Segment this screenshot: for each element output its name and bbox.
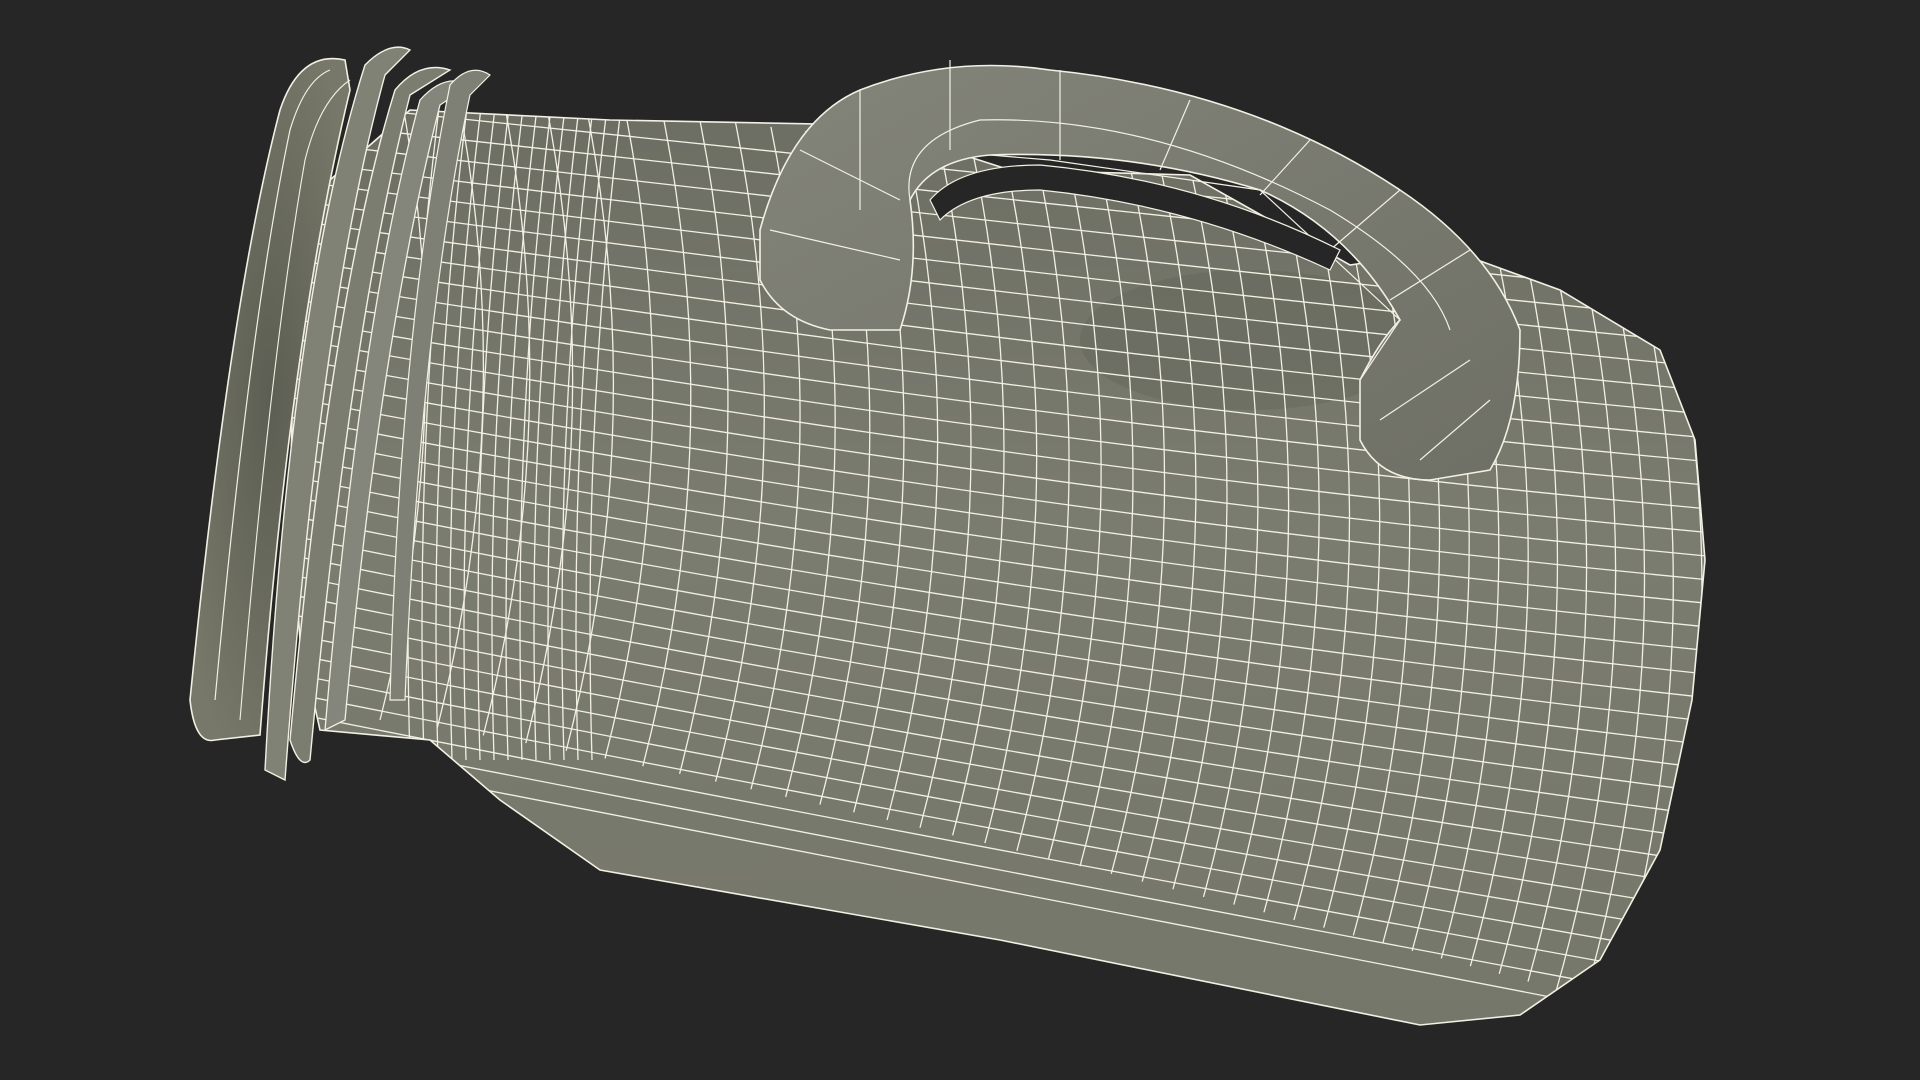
- model-canvas: [189, 46, 1706, 1026]
- render-viewport[interactable]: [0, 0, 1920, 1080]
- jug-body: [289, 109, 1706, 1026]
